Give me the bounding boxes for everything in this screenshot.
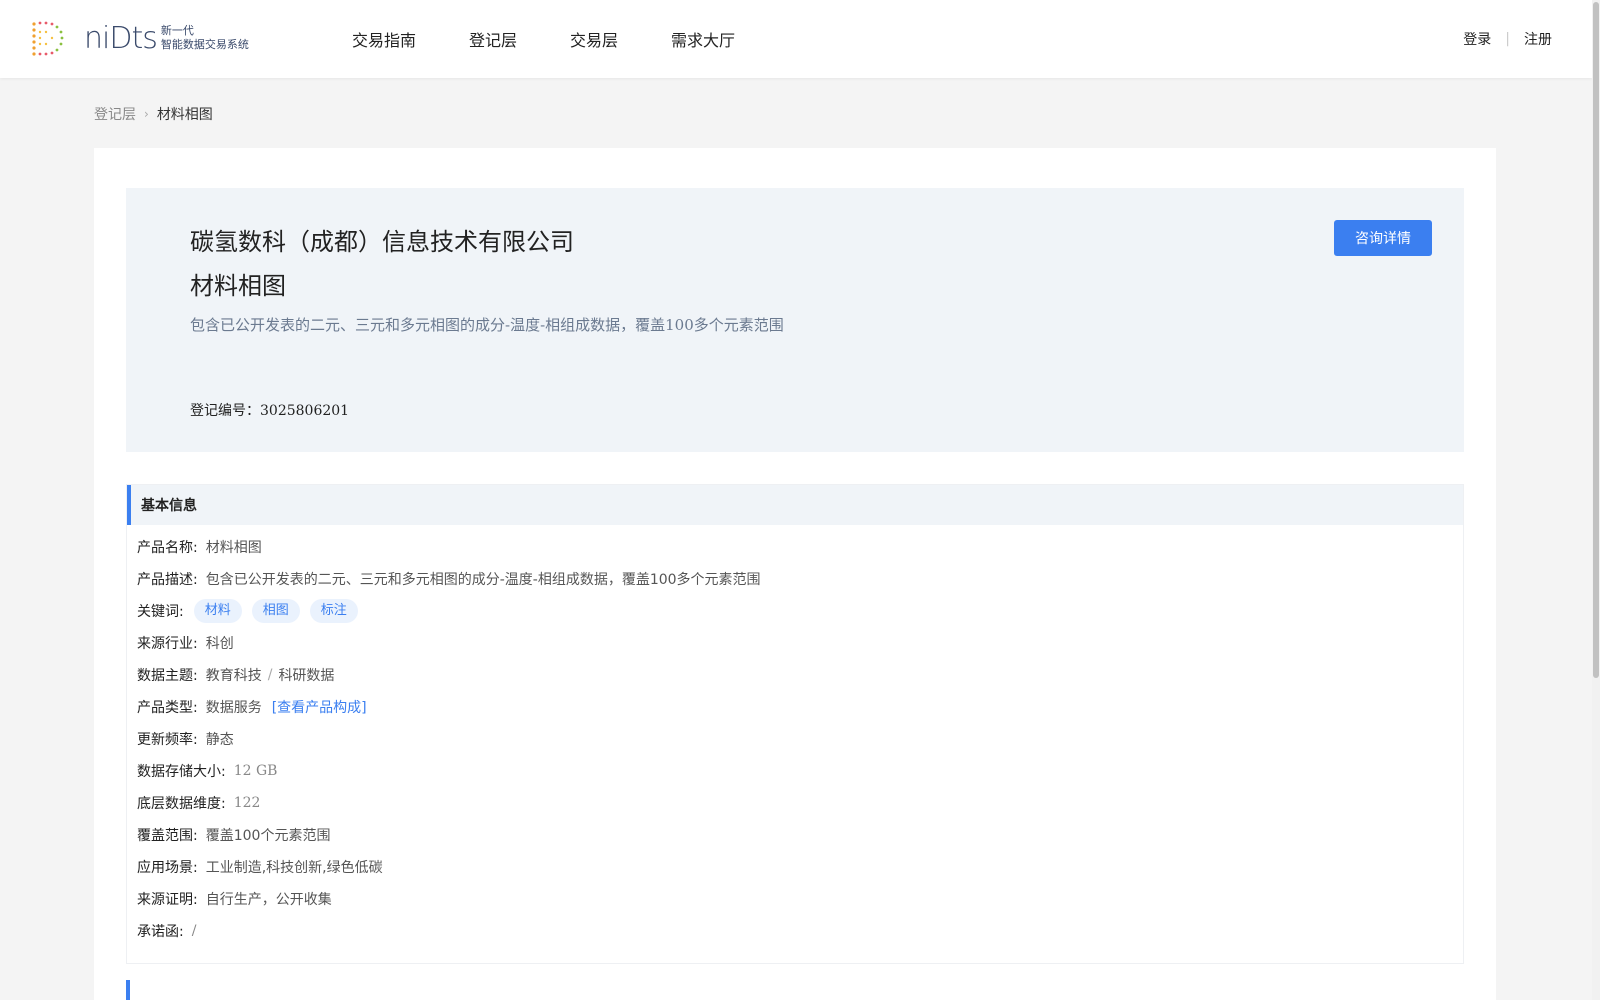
brand-wordmark: niDts	[84, 20, 158, 56]
nav-item-trading[interactable]: 交易层	[570, 27, 618, 51]
basic-info-section: 基本信息 产品名称: 材料相图 产品描述: 包含已公开发表的二元、三元和多元相图…	[126, 484, 1464, 964]
registration-label: 登记编号：	[190, 403, 260, 419]
info-value: 数据服务	[205, 700, 262, 716]
product-title: 材料相图	[190, 272, 286, 300]
info-row-product-name: 产品名称: 材料相图	[127, 531, 1463, 563]
info-value: 科创	[205, 636, 234, 652]
consult-details-button[interactable]: 咨询详情	[1334, 220, 1432, 256]
keyword-tag[interactable]: 材料	[193, 599, 242, 623]
nav-item-trade-guide[interactable]: 交易指南	[352, 27, 416, 51]
registration-value: 3025806201	[260, 403, 350, 419]
theme-separator: /	[267, 667, 273, 683]
breadcrumb-parent-link[interactable]: 登记层	[94, 104, 136, 124]
info-row-frequency: 更新频率: 静态	[127, 723, 1463, 755]
info-row-coverage: 覆盖范围: 覆盖100个元素范围	[127, 819, 1463, 851]
info-row-dimension: 底层数据维度: 122	[127, 787, 1463, 819]
info-row-theme: 数据主题: 教育科技 / 科研数据	[127, 659, 1463, 691]
info-row-type: 产品类型: 数据服务 [查看产品构成]	[127, 691, 1463, 723]
info-value: /	[191, 923, 197, 939]
info-label: 底层数据维度:	[137, 796, 226, 812]
product-hero: 碳氢数科（成都）信息技术有限公司 材料相图 包含已公开发表的二元、三元和多元相图…	[126, 188, 1464, 452]
top-header: niDts 新一代 智能数据交易系统 交易指南 登记层 交易层 需求大厅 登录 …	[0, 0, 1592, 78]
registration-number: 登记编号：3025806201	[190, 400, 349, 420]
info-value: 122	[233, 795, 261, 811]
info-value: 工业制造,科技创新,绿色低碳	[205, 860, 383, 876]
keyword-tag[interactable]: 标注	[309, 599, 358, 623]
main-nav: 交易指南 登记层 交易层 需求大厅	[352, 0, 788, 78]
auth-separator: |	[1505, 31, 1510, 47]
breadcrumb-current: 材料相图	[156, 107, 213, 123]
info-row-storage-size: 数据存储大小: 12 GB	[127, 755, 1463, 787]
info-label: 应用场景:	[137, 860, 198, 876]
logo-mark-icon	[32, 21, 64, 56]
view-product-composition-link[interactable]: [查看产品构成]	[272, 697, 367, 717]
auth-links: 登录 | 注册	[1463, 0, 1552, 78]
info-value: 教育科技	[205, 668, 262, 684]
company-name: 碳氢数科（成都）信息技术有限公司	[190, 228, 574, 256]
info-value: 包含已公开发表的二元、三元和多元相图的成分-温度-相组成数据，覆盖100多个元素…	[205, 572, 761, 588]
info-row-product-desc: 产品描述: 包含已公开发表的二元、三元和多元相图的成分-温度-相组成数据，覆盖1…	[127, 563, 1463, 595]
info-value: 材料相图	[205, 540, 262, 556]
info-label: 关键词:	[137, 604, 184, 620]
nav-item-registry[interactable]: 登记层	[469, 27, 517, 51]
next-section-accent	[126, 980, 130, 1000]
breadcrumb: 登记层 › 材料相图	[94, 104, 213, 124]
info-label: 覆盖范围:	[137, 828, 198, 844]
chevron-right-icon: ›	[144, 107, 149, 121]
register-link[interactable]: 注册	[1524, 29, 1552, 49]
brand-subtitle: 新一代 智能数据交易系统	[161, 24, 249, 52]
info-label: 产品描述:	[137, 572, 198, 588]
page-scrollbar[interactable]	[1592, 0, 1600, 1000]
info-row-keywords: 关键词: 材料 相图 标注	[127, 595, 1463, 627]
info-value: 自行生产，公开收集	[205, 892, 332, 908]
info-label: 产品名称:	[137, 540, 198, 556]
info-list: 产品名称: 材料相图 产品描述: 包含已公开发表的二元、三元和多元相图的成分-温…	[127, 525, 1463, 947]
info-label: 数据存储大小:	[137, 764, 226, 780]
info-value: 12 GB	[233, 763, 278, 779]
info-row-commitment: 承诺函: /	[127, 915, 1463, 947]
info-value: 静态	[205, 732, 234, 748]
info-value: 覆盖100个元素范围	[205, 828, 331, 844]
brand-subtitle-line2: 智能数据交易系统	[160, 38, 249, 51]
info-row-industry: 来源行业: 科创	[127, 627, 1463, 659]
login-link[interactable]: 登录	[1463, 29, 1491, 49]
nav-item-demand-hall[interactable]: 需求大厅	[671, 27, 735, 51]
info-row-source-proof: 来源证明: 自行生产，公开收集	[127, 883, 1463, 915]
detail-card: 碳氢数科（成都）信息技术有限公司 材料相图 包含已公开发表的二元、三元和多元相图…	[94, 148, 1496, 1000]
info-row-scenario: 应用场景: 工业制造,科技创新,绿色低碳	[127, 851, 1463, 883]
brand-subtitle-line1: 新一代	[160, 24, 194, 37]
brand-logo[interactable]: niDts 新一代 智能数据交易系统	[28, 18, 249, 58]
info-label: 数据主题:	[137, 668, 198, 684]
scrollbar-thumb[interactable]	[1593, 2, 1599, 678]
keyword-tag[interactable]: 相图	[251, 599, 300, 623]
info-label: 来源证明:	[137, 892, 198, 908]
product-summary: 包含已公开发表的二元、三元和多元相图的成分-温度-相组成数据，覆盖100多个元素…	[190, 316, 784, 334]
info-label: 承诺函:	[137, 924, 184, 940]
info-label: 更新频率:	[137, 732, 198, 748]
info-label: 来源行业:	[137, 636, 198, 652]
info-label: 产品类型:	[137, 700, 198, 716]
section-title: 基本信息	[127, 485, 1463, 525]
info-value: 科研数据	[278, 668, 335, 684]
